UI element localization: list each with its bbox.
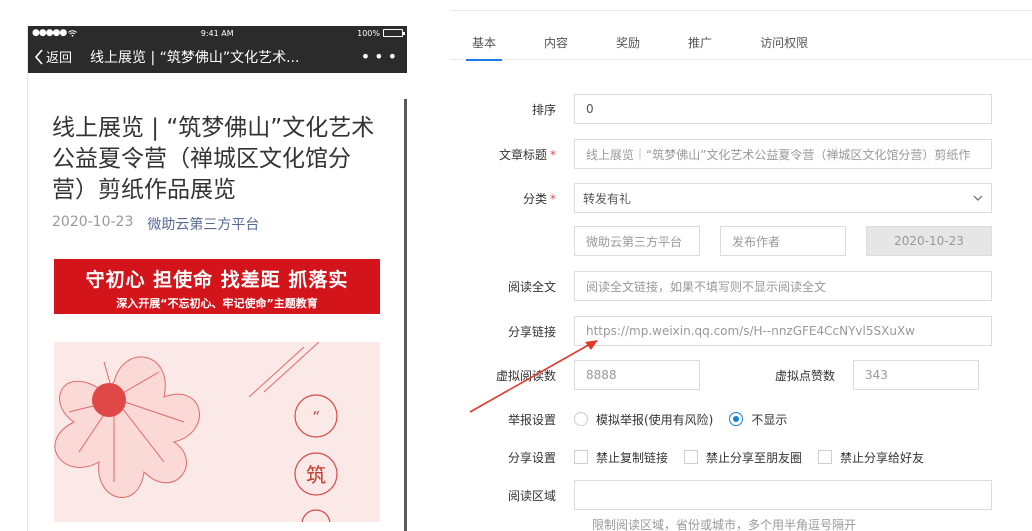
virtual-counts-row: 虚拟阅读数 8888 虚拟点赞数 343 (450, 360, 1032, 390)
scrollbar[interactable] (404, 99, 407, 531)
checkbox-no-copy-link[interactable] (574, 450, 588, 464)
report-option-simulate[interactable]: 模拟举报(使用有风险) (574, 411, 713, 428)
signal-icon: ●●●●● (32, 28, 67, 38)
tab-access[interactable]: 访问权限 (738, 26, 830, 60)
tab-content[interactable]: 内容 (522, 26, 590, 60)
more-menu-icon[interactable]: ••• (361, 47, 401, 66)
share-link-row: 分享链接 https://mp.weixin.qq.com/s/H--nnzGF… (450, 316, 1032, 346)
title-row: 文章标题 * 线上展览｜“筑梦佛山”文化艺术公益夏令营（禅城区文化馆分营）剪纸作 (450, 139, 1032, 169)
title-label: 文章标题 * (498, 147, 556, 162)
chevron-down-icon (973, 195, 983, 201)
report-label: 举报设置 (507, 412, 556, 427)
phone-preview: ●●●●● 9:41 AM 100% 返回 线上展览 | “筑梦佛山”文化艺术.… (27, 26, 407, 531)
author-input[interactable]: 发布作者 (720, 226, 846, 256)
title-input[interactable]: 线上展览｜“筑梦佛山”文化艺术公益夏令营（禅城区文化馆分营）剪纸作 (574, 139, 992, 169)
report-option-hide[interactable]: 不显示 (729, 411, 787, 428)
nav-title: 线上展览 | “筑梦佛山”文化艺术... (90, 49, 300, 66)
category-select[interactable]: 转发有礼 (574, 183, 992, 213)
option-no-share-friends[interactable]: 禁止分享给好友 (818, 449, 924, 466)
article-meta: 2020-10-23 微助云第三方平台 (52, 214, 383, 234)
tab-reward[interactable]: 奖励 (594, 26, 662, 60)
category-row: 分类 * 转发有礼 (450, 183, 1032, 213)
tab-promotion[interactable]: 推广 (666, 26, 734, 60)
read-full-input[interactable]: 阅读全文链接，如果不填写则不显示阅读全文 (574, 271, 992, 301)
read-region-input[interactable] (574, 480, 992, 510)
phone-nav-bar: 返回 线上展览 | “筑梦佛山”文化艺术... ••• (28, 40, 407, 73)
article-preview: 线上展览 | “筑梦佛山”文化艺术公益夏令营（禅城区文化馆分营）剪纸作品展览 2… (28, 73, 407, 522)
category-label: 分类 * (522, 191, 556, 206)
banner-sub-text: 深入开展“不忘初心、牢记使命”主题教育 (116, 297, 318, 310)
back-label: 返回 (46, 51, 73, 66)
virtual-reads-label: 虚拟阅读数 (495, 368, 556, 383)
virtual-likes-input[interactable]: 343 (853, 360, 979, 390)
sort-input[interactable]: 0 (574, 94, 992, 124)
radio-simulate[interactable] (574, 412, 588, 426)
wifi-icon (68, 29, 78, 37)
article-banner: 守初心 担使命 找差距 抓落实 深入开展“不忘初心、牢记使命”主题教育 (54, 259, 380, 314)
share-settings-row: 分享设置 禁止复制链接 禁止分享至朋友圈 禁止分享给好友 (450, 442, 1032, 472)
article-source-link[interactable]: 微助云第三方平台 (147, 214, 259, 234)
checkbox-no-share-friends[interactable] (818, 450, 833, 464)
poster-char-1: “ (312, 408, 320, 426)
date-input: 2020-10-23 (866, 226, 992, 256)
source-input[interactable]: 微助云第三方平台 (574, 226, 700, 256)
flower-illustration: “ 筑 (54, 342, 338, 522)
option-no-share-moments[interactable]: 禁止分享至朋友圈 (684, 449, 802, 466)
radio-hide[interactable] (729, 412, 744, 426)
virtual-likes-label: 虚拟点赞数 (774, 368, 835, 383)
battery-icon (383, 29, 405, 37)
phone-status-bar: ●●●●● 9:41 AM 100% (28, 26, 407, 40)
back-button[interactable]: 返回 (34, 47, 72, 66)
report-row: 举报设置 模拟举报(使用有风险) 不显示 (450, 404, 1032, 434)
source-author-date-row: 微助云第三方平台 发布作者 2020-10-23 (450, 226, 1032, 256)
read-region-row: 阅读区域 (450, 480, 1032, 510)
banner-main-text: 守初心 担使命 找差距 抓落实 (85, 269, 349, 291)
article-title: 线上展览 | “筑梦佛山”文化艺术公益夏令营（禅城区文化馆分营）剪纸作品展览 (52, 115, 375, 203)
article-date: 2020-10-23 (52, 214, 134, 230)
read-full-row: 阅读全文 阅读全文链接，如果不填写则不显示阅读全文 (450, 271, 1032, 301)
required-mark: * (550, 147, 556, 162)
top-divider (450, 10, 1032, 11)
article-poster-image: “ 筑 (54, 342, 380, 522)
category-value: 转发有礼 (583, 191, 632, 206)
sort-label: 排序 (531, 102, 556, 117)
checkbox-no-share-moments[interactable] (684, 450, 699, 464)
tab-basic[interactable]: 基本 (450, 26, 518, 61)
share-settings-label: 分享设置 (507, 450, 556, 465)
option-no-copy-link[interactable]: 禁止复制链接 (574, 449, 668, 466)
poster-char-2: 筑 (306, 463, 326, 487)
read-region-hint: 限制阅读区域，省份或城市，多个用半角逗号隔开 (592, 518, 857, 531)
virtual-reads-input[interactable]: 8888 (574, 360, 700, 390)
share-link-input[interactable]: https://mp.weixin.qq.com/s/H--nnzGFE4CcN… (574, 316, 992, 346)
tab-bar: 基本 内容 奖励 推广 访问权限 (450, 26, 1032, 61)
required-mark: * (550, 191, 556, 206)
chevron-left-icon (34, 48, 43, 65)
read-full-label: 阅读全文 (507, 279, 556, 294)
status-time: 9:41 AM (200, 28, 234, 38)
read-region-label: 阅读区域 (507, 488, 556, 503)
share-link-label: 分享链接 (507, 324, 556, 339)
battery-percent: 100% (357, 28, 380, 38)
sort-row: 排序 0 (450, 94, 1032, 124)
